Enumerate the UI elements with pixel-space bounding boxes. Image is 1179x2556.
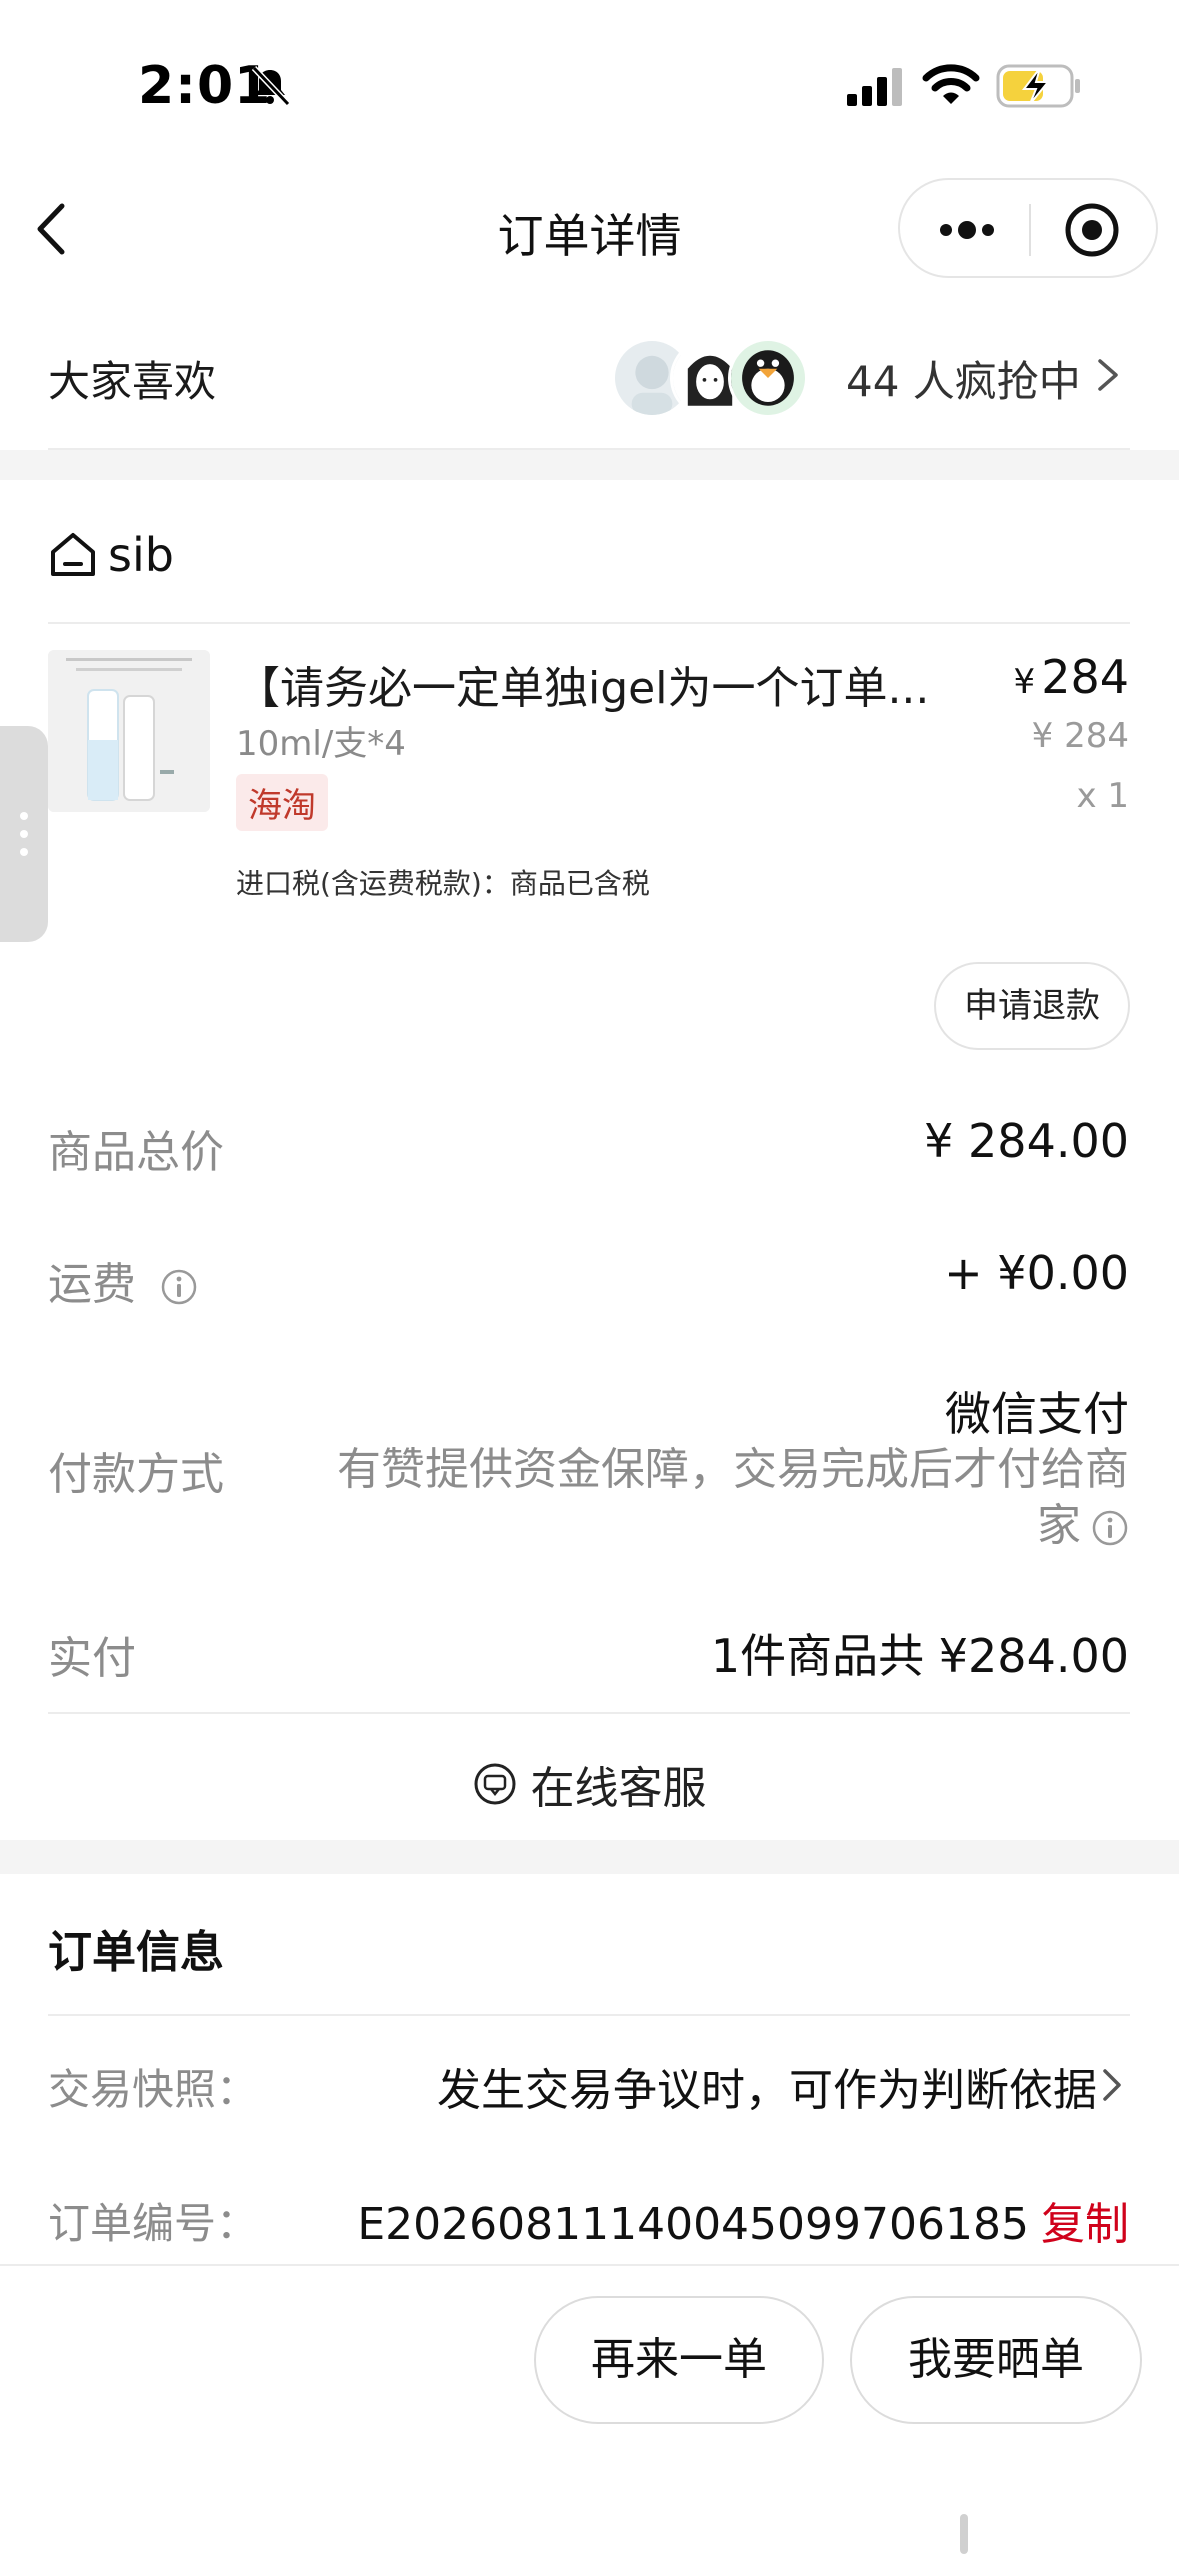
order-number-label: 订单编号：: [48, 2199, 259, 2248]
avatar: [728, 338, 808, 418]
side-drawer-handle[interactable]: [0, 726, 48, 942]
chat-icon: [474, 1763, 515, 1805]
chevron-right-icon: [1098, 359, 1118, 391]
divider: [48, 1712, 1130, 1714]
tax-note: 进口税(含运费税款)：商品已含税: [236, 867, 650, 900]
home-indicator: [960, 2514, 968, 2554]
price-value: 284: [1041, 650, 1129, 704]
store-icon: [51, 533, 95, 576]
nav-bar: 订单详情: [0, 170, 1179, 290]
paid-label: 实付: [48, 1633, 136, 1684]
chevron-right-icon[interactable]: [1100, 2066, 1124, 2104]
shop-name: sib: [108, 528, 174, 582]
product-spec: 10ml/支*4: [236, 724, 406, 764]
divider: [48, 2014, 1130, 2016]
refund-button[interactable]: 申请退款: [934, 962, 1130, 1050]
target-icon[interactable]: [1062, 200, 1122, 260]
online-service-label: 在线客服: [530, 1763, 707, 1814]
signal-icon: [847, 68, 902, 106]
handle-dot: [20, 848, 28, 856]
battery-charging-icon: [996, 64, 1080, 108]
divider: [48, 622, 1130, 624]
more-icon[interactable]: [934, 210, 1000, 250]
shipping-label-row: 运费: [48, 1248, 198, 1312]
bottom-action-bar: 再来一单 我要晒单: [0, 2264, 1179, 2556]
mini-program-capsule: [898, 178, 1158, 278]
order-info-title: 订单信息: [48, 1927, 224, 1978]
status-bar: 2:01: [0, 0, 1179, 170]
product-item[interactable]: 【请务必一定单独igel为一个订单... ¥284 10ml/支*4 ¥ 284…: [0, 630, 1179, 930]
payment-note: 有赞提供资金保障，交易完成后才付给商家: [337, 1444, 1129, 1551]
product-title: 【请务必一定单独igel为一个订单...: [236, 663, 930, 714]
product-image: [48, 650, 210, 812]
payment-method: 微信支付: [945, 1387, 1129, 1441]
avatar-group: [612, 338, 812, 418]
info-icon[interactable]: [1091, 1509, 1129, 1547]
capsule-divider: [1029, 204, 1031, 256]
handle-dot: [20, 830, 28, 838]
section-separator: [0, 1840, 1179, 1874]
shipping-value: + ¥0.00: [944, 1246, 1129, 1300]
shipping-label: 运费: [48, 1259, 136, 1310]
popular-label: 大家喜欢: [48, 357, 217, 406]
product-price: ¥284: [1014, 650, 1129, 704]
product-original-price: ¥ 284: [1031, 716, 1129, 756]
copy-button[interactable]: 复制: [1041, 2199, 1129, 2250]
goods-total-value: ¥ 284.00: [924, 1114, 1129, 1168]
info-icon[interactable]: [160, 1268, 198, 1306]
snapshot-label: 交易快照：: [48, 2065, 259, 2114]
shop-header[interactable]: sib: [0, 480, 1179, 620]
bell-off-icon: [251, 65, 291, 107]
payment-note-row: 有赞提供资金保障，交易完成后才付给商家: [309, 1442, 1129, 1554]
wifi-icon: [922, 64, 980, 104]
online-service-button[interactable]: 在线客服: [0, 1716, 1179, 1840]
section-separator: [0, 450, 1179, 480]
snapshot-value[interactable]: 发生交易争议时，可作为判断依据: [437, 2054, 1097, 2118]
payment-label: 付款方式: [48, 1449, 224, 1500]
order-number-row: E20260811140045099706185 复制: [357, 2188, 1129, 2252]
paid-value: 1件商品共 ¥284.00: [710, 1629, 1129, 1683]
share-review-button[interactable]: 我要晒单: [850, 2296, 1142, 2424]
goods-total-label: 商品总价: [48, 1127, 224, 1178]
haitao-tag: 海淘: [236, 774, 328, 831]
reorder-button[interactable]: 再来一单: [534, 2296, 824, 2424]
popular-count: 44 人疯抢中: [846, 357, 1081, 406]
order-number: E20260811140045099706185: [357, 2199, 1029, 2250]
price-symbol: ¥: [1013, 662, 1036, 702]
product-quantity: x 1: [1076, 776, 1129, 816]
handle-dot: [20, 812, 28, 820]
popular-row[interactable]: 大家喜欢 44 人疯抢中: [0, 300, 1179, 450]
online-service-content: 在线客服: [473, 1752, 707, 1816]
